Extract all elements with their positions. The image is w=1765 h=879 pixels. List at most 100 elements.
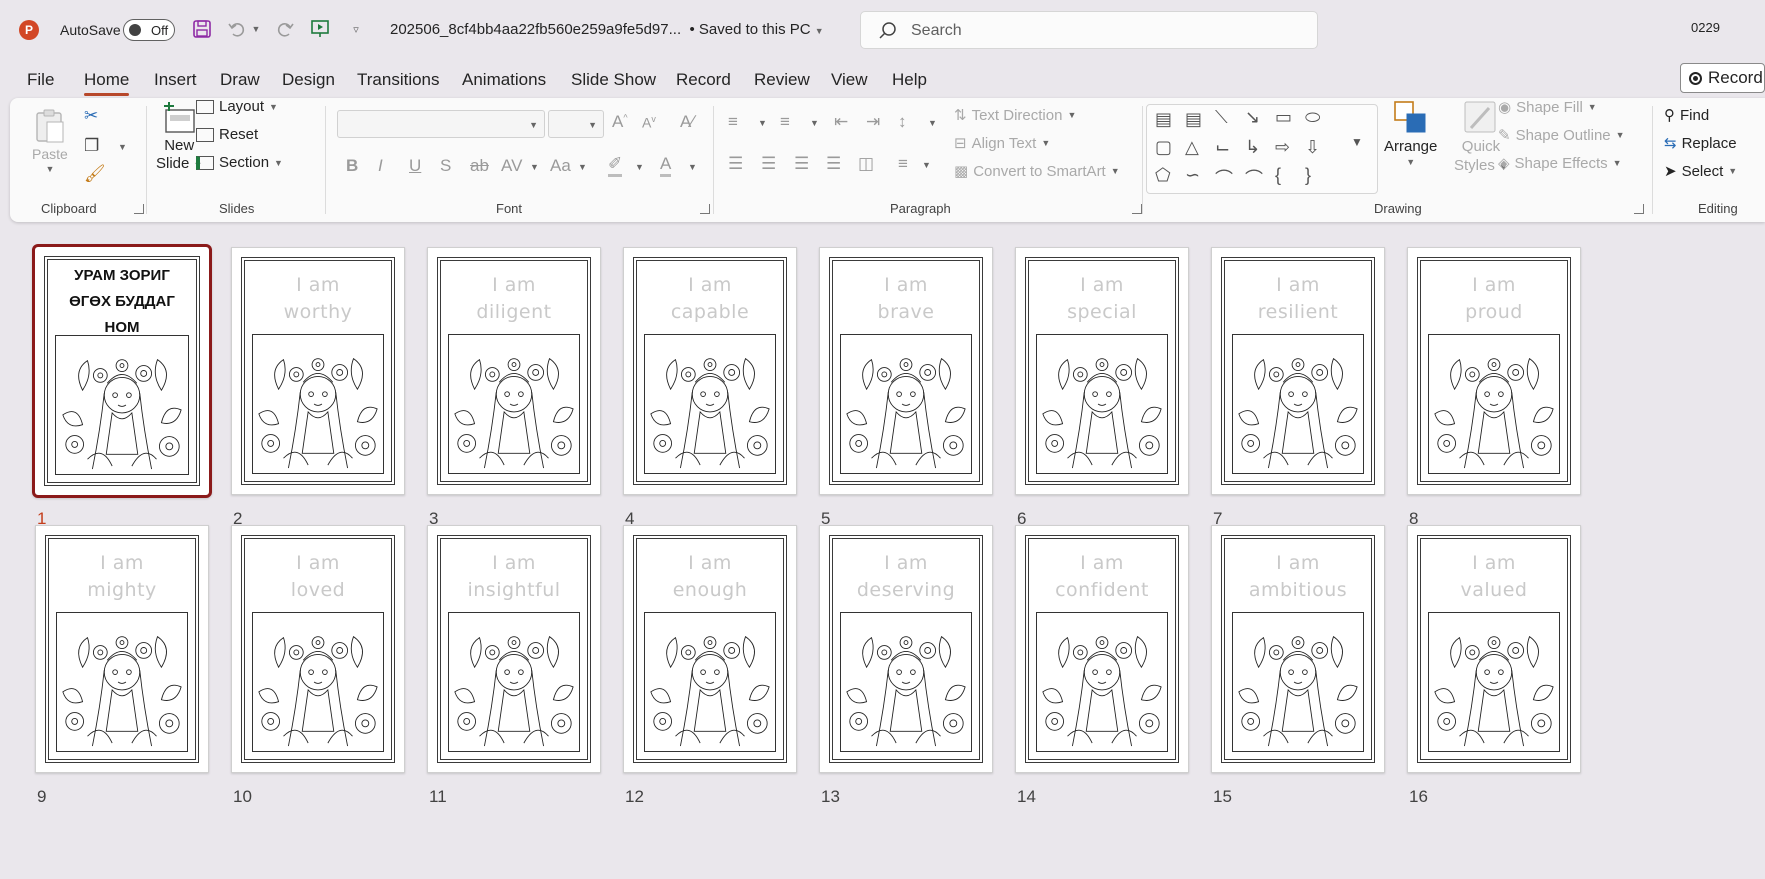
text-box-shape-icon[interactable]: ▤ — [1155, 109, 1172, 130]
slide-thumbnail[interactable]: I am loved — [231, 525, 405, 773]
slide-thumbnail[interactable]: I am resilient — [1211, 247, 1385, 495]
tab-animations[interactable]: Animations — [462, 70, 546, 90]
tab-slide-show[interactable]: Slide Show — [571, 70, 656, 90]
slide-thumbnail[interactable]: I am confident — [1015, 525, 1189, 773]
bold-button[interactable]: B — [346, 156, 358, 176]
underline-button[interactable]: U — [409, 156, 421, 176]
present-icon[interactable] — [308, 17, 332, 41]
font-launcher-icon[interactable] — [700, 204, 710, 214]
slide-thumbnail[interactable]: УРАМ ЗОРИГ ӨГӨХ БУДДАГ НОМ — [32, 244, 212, 498]
shape-fill-button[interactable]: ◉ Shape Fill ▼ — [1498, 98, 1597, 117]
layout-button[interactable]: Layout ▼ — [196, 98, 278, 115]
increase-indent-icon[interactable]: ⇥ — [866, 112, 880, 132]
elbow-connector-shape-icon[interactable]: ⌙ — [1215, 137, 1230, 158]
tab-record[interactable]: Record — [676, 70, 731, 90]
tab-transitions[interactable]: Transitions — [357, 70, 440, 90]
tab-file[interactable]: File — [27, 70, 54, 90]
customize-toolbar-icon[interactable]: ▿ — [344, 17, 368, 41]
vertical-text-shape-icon[interactable]: ▤ — [1185, 109, 1202, 130]
search-box[interactable] — [860, 11, 1318, 49]
undo-dropdown-icon[interactable]: ▼ — [250, 17, 262, 41]
clear-formatting-icon[interactable]: A∕ — [680, 112, 694, 132]
freeform-shape-icon[interactable]: ⬠ — [1155, 165, 1171, 186]
undo-icon[interactable] — [225, 17, 249, 41]
save-icon[interactable] — [190, 17, 214, 41]
change-case-button[interactable]: Aa — [550, 156, 571, 176]
drawing-launcher-icon[interactable] — [1634, 204, 1644, 214]
slide-thumbnail[interactable]: I am ambitious — [1211, 525, 1385, 773]
strikethrough-button[interactable]: ab — [470, 156, 489, 176]
tab-draw[interactable]: Draw — [220, 70, 260, 90]
tab-review[interactable]: Review — [754, 70, 810, 90]
decrease-font-icon[interactable]: Av — [642, 114, 656, 131]
elbow-arrow-shape-icon[interactable]: ↳ — [1245, 137, 1260, 158]
autosave-toggle[interactable]: Off — [123, 19, 175, 41]
chevron-down-icon[interactable]: ▼ — [688, 162, 697, 172]
decrease-indent-icon[interactable]: ⇤ — [834, 112, 848, 132]
highlight-color-icon[interactable]: ✐ — [608, 154, 623, 177]
paragraph-spacing-icon[interactable]: ≡ — [898, 154, 908, 174]
find-button[interactable]: ⚲ Find — [1664, 106, 1709, 125]
reset-button[interactable]: Reset — [196, 126, 258, 143]
tab-insert[interactable]: Insert — [154, 70, 197, 90]
gallery-more-icon[interactable]: ▼ — [1351, 135, 1363, 149]
triangle-shape-icon[interactable]: △ — [1185, 137, 1199, 158]
tab-design[interactable]: Design — [282, 70, 335, 90]
rounded-rect-shape-icon[interactable]: ▢ — [1155, 137, 1172, 158]
align-center-icon[interactable]: ☰ — [761, 154, 776, 174]
user-badge[interactable]: 0229 — [1691, 20, 1720, 35]
replace-button[interactable]: ⇆ Replace — [1664, 134, 1737, 153]
align-left-icon[interactable]: ☰ — [728, 154, 743, 174]
slide-thumbnail[interactable]: I am valued — [1407, 525, 1581, 773]
slide-thumbnail[interactable]: I am capable — [623, 247, 797, 495]
columns-icon[interactable]: ◫ — [858, 154, 874, 174]
line-shape-icon[interactable]: ⟍ — [1215, 107, 1228, 128]
section-button[interactable]: Section ▼ — [196, 154, 283, 171]
slide-thumbnail[interactable]: I am worthy — [231, 247, 405, 495]
slide-thumbnail[interactable]: I am proud — [1407, 247, 1581, 495]
right-brace-shape-icon[interactable]: } — [1305, 165, 1311, 186]
text-direction-button[interactable]: ⇅ Text Direction ▼ — [954, 106, 1076, 125]
justify-icon[interactable]: ☰ — [826, 154, 841, 174]
align-text-button[interactable]: ⊟ Align Text ▼ — [954, 134, 1050, 153]
arrange-button[interactable]: Arrange ▼ — [1384, 100, 1437, 167]
slide-thumbnail[interactable]: I am enough — [623, 525, 797, 773]
font-color-icon[interactable]: A — [660, 154, 672, 177]
font-size-select[interactable]: ▼ — [548, 110, 604, 138]
chevron-down-icon[interactable]: ▼ — [758, 118, 767, 128]
tab-home[interactable]: Home — [84, 70, 130, 96]
font-family-select[interactable]: ▼ — [337, 110, 545, 138]
chevron-down-icon[interactable]: ▼ — [530, 162, 539, 172]
slide-thumbnail[interactable]: I am special — [1015, 247, 1189, 495]
search-input[interactable] — [911, 20, 1291, 42]
numbering-icon[interactable]: ≡ — [780, 112, 790, 132]
shapes-gallery[interactable]: ▤ ▤ ⟍ ↘ ▭ ⬭ ▢ △ ⌙ ↳ ⇨ ⇩ ⬠ ∽ ⌒ ⌒ { } ▼ — [1146, 104, 1378, 194]
paragraph-launcher-icon[interactable] — [1132, 204, 1142, 214]
chevron-down-icon[interactable]: ▼ — [810, 118, 819, 128]
format-painter-icon[interactable]: 🖌 — [84, 164, 106, 184]
slide-thumbnail[interactable]: I am diligent — [427, 247, 601, 495]
arc-shape-icon[interactable]: ⌒ — [1245, 165, 1263, 191]
right-arrow-shape-icon[interactable]: ⇨ — [1275, 137, 1290, 158]
paste-button[interactable]: Paste ▼ — [32, 108, 68, 174]
clipboard-launcher-icon[interactable] — [134, 204, 144, 214]
shape-effects-button[interactable]: ◈ Shape Effects ▼ — [1498, 154, 1622, 173]
align-right-icon[interactable]: ☰ — [794, 154, 809, 174]
slide-thumbnail[interactable]: I am insightful — [427, 525, 601, 773]
shape-outline-button[interactable]: ✎ Shape Outline ▼ — [1498, 126, 1625, 145]
increase-font-icon[interactable]: A^ — [612, 112, 628, 132]
arrow-line-shape-icon[interactable]: ↘ — [1245, 107, 1260, 128]
down-arrow-shape-icon[interactable]: ⇩ — [1305, 137, 1320, 158]
italic-button[interactable]: I — [378, 156, 383, 176]
rectangle-shape-icon[interactable]: ▭ — [1275, 107, 1292, 128]
record-button[interactable]: Record — [1680, 63, 1765, 93]
line-spacing-icon[interactable]: ↕ — [898, 112, 907, 132]
slide-thumbnail[interactable]: I am deserving — [819, 525, 993, 773]
chevron-down-icon[interactable]: ▼ — [922, 160, 931, 170]
copy-icon[interactable]: ❐ — [84, 136, 99, 156]
chevron-down-icon[interactable]: ▼ — [578, 162, 587, 172]
scribble-shape-icon[interactable]: ∽ — [1185, 165, 1200, 186]
tab-help[interactable]: Help — [892, 70, 927, 90]
redo-icon[interactable] — [273, 17, 297, 41]
bullets-icon[interactable]: ≡ — [728, 112, 738, 132]
